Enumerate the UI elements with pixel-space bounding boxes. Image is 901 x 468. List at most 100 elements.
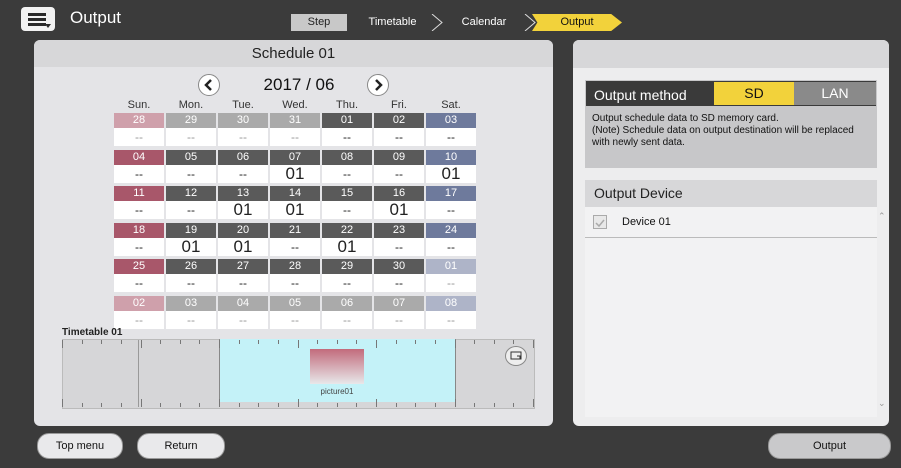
calendar-day[interactable]: 04 [114, 149, 164, 165]
calendar-day[interactable]: 20 [218, 222, 268, 238]
calendar-day[interactable]: 12 [166, 186, 216, 201]
calendar-day[interactable]: 30 [374, 259, 424, 274]
calendar-day-value[interactable]: -- [374, 274, 424, 292]
calendar-day-value[interactable]: 01 [270, 164, 320, 183]
device-checkbox[interactable] [593, 215, 607, 229]
expand-button[interactable] [505, 346, 527, 366]
calendar-day-value[interactable]: -- [114, 128, 164, 146]
calendar-day-value[interactable]: -- [166, 201, 216, 219]
calendar-day-value[interactable]: 01 [322, 237, 372, 256]
calendar-day[interactable]: 23 [374, 222, 424, 238]
calendar-day-value[interactable]: -- [114, 274, 164, 292]
calendar-day-value[interactable]: -- [166, 274, 216, 292]
calendar-day[interactable]: 11 [114, 186, 164, 201]
crumb-output[interactable]: Output [532, 14, 622, 31]
calendar-day[interactable]: 07 [374, 295, 424, 311]
calendar-day-value[interactable]: 01 [166, 237, 216, 256]
calendar-day[interactable]: 05 [270, 295, 320, 311]
calendar-day[interactable]: 03 [166, 295, 216, 311]
calendar-day[interactable]: 28 [270, 259, 320, 274]
lan-button[interactable]: LAN [794, 82, 876, 105]
crumb-timetable[interactable]: Timetable [347, 14, 438, 31]
calendar-day[interactable]: 13 [218, 186, 268, 201]
calendar-day-value[interactable]: 01 [270, 201, 320, 219]
calendar-day-value[interactable]: -- [270, 237, 320, 256]
calendar-day[interactable]: 03 [426, 113, 476, 128]
calendar-day-value[interactable]: -- [426, 128, 476, 146]
calendar-day-value[interactable]: 01 [374, 201, 424, 219]
calendar-day[interactable]: 01 [322, 113, 372, 128]
calendar-day-value[interactable]: -- [322, 201, 372, 219]
calendar-day-value[interactable]: -- [322, 164, 372, 183]
page-title: Output [70, 8, 122, 27]
calendar-day[interactable]: 08 [322, 149, 372, 165]
calendar-day[interactable]: 02 [114, 295, 164, 311]
calendar-day-value[interactable]: 01 [218, 237, 268, 256]
calendar-day-value[interactable]: -- [166, 310, 216, 329]
calendar-day-value[interactable]: -- [166, 128, 216, 146]
calendar-day-value[interactable]: -- [114, 164, 164, 183]
calendar-day[interactable]: 01 [426, 259, 476, 274]
calendar-day[interactable]: 09 [374, 149, 424, 165]
calendar-day-value[interactable]: -- [218, 128, 268, 146]
crumb-calendar[interactable]: Calendar [438, 14, 530, 31]
calendar-day[interactable]: 15 [322, 186, 372, 201]
calendar-day[interactable]: 06 [218, 149, 268, 165]
calendar-day[interactable]: 10 [426, 149, 476, 165]
calendar-day[interactable]: 28 [114, 113, 164, 128]
calendar-day[interactable]: 21 [270, 222, 320, 238]
calendar-day[interactable]: 26 [166, 259, 216, 274]
calendar-day[interactable]: 22 [322, 222, 372, 238]
calendar-day-value[interactable]: -- [114, 310, 164, 329]
calendar-day-value[interactable]: -- [374, 128, 424, 146]
output-button[interactable]: Output [768, 433, 891, 459]
calendar-day-value[interactable]: -- [374, 164, 424, 183]
calendar-day[interactable]: 27 [218, 259, 268, 274]
calendar-day[interactable]: 19 [166, 222, 216, 238]
calendar-day[interactable]: 25 [114, 259, 164, 274]
scroll-down-icon[interactable]: ⌄ [878, 398, 886, 409]
calendar-day[interactable]: 16 [374, 186, 424, 201]
sd-button[interactable]: SD [714, 82, 794, 105]
calendar-day[interactable]: 07 [270, 149, 320, 165]
calendar-day-value[interactable]: -- [426, 310, 476, 329]
calendar-day-value[interactable]: -- [270, 128, 320, 146]
menu-button[interactable] [21, 7, 55, 31]
calendar-day-value[interactable]: -- [426, 237, 476, 256]
calendar-day-value[interactable]: 01 [426, 164, 476, 183]
calendar-day[interactable]: 02 [374, 113, 424, 128]
calendar-day-value[interactable]: -- [218, 164, 268, 183]
scroll-up-icon[interactable]: ⌃ [878, 211, 886, 222]
calendar-day[interactable]: 29 [166, 113, 216, 128]
calendar-day[interactable]: 04 [218, 295, 268, 311]
calendar-day-value[interactable]: -- [322, 310, 372, 329]
calendar-day[interactable]: 29 [322, 259, 372, 274]
calendar-day-value[interactable]: 01 [218, 201, 268, 219]
calendar-day-value[interactable]: -- [218, 310, 268, 329]
calendar-day-value[interactable]: -- [374, 310, 424, 329]
calendar-day-value[interactable]: -- [426, 201, 476, 219]
calendar-day-value[interactable]: -- [114, 201, 164, 219]
top-menu-button[interactable]: Top menu [37, 433, 123, 459]
calendar-day[interactable]: 24 [426, 222, 476, 238]
calendar-day[interactable]: 30 [218, 113, 268, 128]
calendar-day[interactable]: 18 [114, 222, 164, 238]
calendar-day-value[interactable]: -- [218, 274, 268, 292]
calendar-day[interactable]: 05 [166, 149, 216, 165]
calendar-day-value[interactable]: -- [426, 274, 476, 292]
calendar-day-value[interactable]: -- [166, 164, 216, 183]
calendar-day[interactable]: 14 [270, 186, 320, 201]
calendar-day-value[interactable]: -- [114, 237, 164, 256]
calendar-day[interactable]: 08 [426, 295, 476, 311]
calendar-day-value[interactable]: -- [270, 274, 320, 292]
calendar-day[interactable]: 06 [322, 295, 372, 311]
calendar-day[interactable]: 17 [426, 186, 476, 201]
calendar-day-value[interactable]: -- [270, 310, 320, 329]
return-button[interactable]: Return [137, 433, 225, 459]
calendar-day-value[interactable]: -- [322, 128, 372, 146]
calendar-day-value[interactable]: -- [322, 274, 372, 292]
calendar-day-value[interactable]: -- [374, 237, 424, 256]
prev-month-button[interactable] [198, 74, 220, 96]
calendar-day[interactable]: 31 [270, 113, 320, 128]
next-month-button[interactable] [367, 74, 389, 96]
